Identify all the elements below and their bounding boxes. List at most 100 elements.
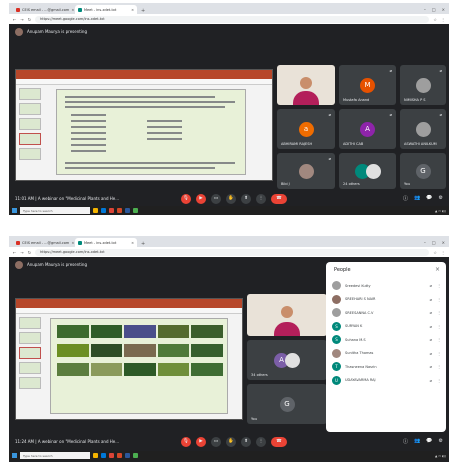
others-count: 24 others (343, 182, 360, 186)
camera-toggle-button[interactable]: ▶ (196, 436, 206, 447)
people-list-item[interactable]: S Suhana M.S ⌀ ⋮ (332, 333, 442, 347)
powerpoint-icon[interactable] (117, 453, 122, 458)
menu-icon[interactable]: ⋮ (441, 250, 445, 255)
browser-tab-active[interactable]: Meet - ins-xdet-txt × (75, 5, 137, 14)
mic-toggle-button[interactable]: 🎙 (181, 193, 191, 204)
windows-start-icon[interactable] (12, 453, 17, 458)
star-icon[interactable]: ☆ (433, 17, 437, 22)
presenter-video-tile[interactable] (247, 294, 327, 336)
address-bar: ← → ↻ https://meet.google.com/ins-xdet-t… (9, 14, 449, 24)
forward-icon[interactable]: → (20, 17, 23, 22)
raise-hand-button[interactable]: ✋ (226, 436, 236, 447)
participant-tile[interactable]: A ADITHI CAB ⌀ (339, 109, 396, 149)
close-tab-icon[interactable]: × (131, 241, 134, 245)
menu-icon[interactable]: ⋮ (441, 17, 445, 22)
participant-tile[interactable]: a ABHIRAMI RAJESH ⌀ (277, 109, 335, 149)
edge-icon[interactable] (101, 453, 106, 458)
url-field[interactable]: https://meet.google.com/ins-xdet-txt (35, 248, 430, 256)
presenter-video-tile[interactable] (277, 65, 335, 105)
people-list-item[interactable]: U UDAYAVARMA RAJ ⌀ ⋮ (332, 374, 442, 388)
people-list-item[interactable]: SREEHARI S NAIR ⌀ ⋮ (332, 293, 442, 307)
taskbar-search[interactable]: Type here to search (20, 452, 90, 459)
close-tab-icon[interactable]: × (71, 241, 74, 245)
others-tile[interactable]: 24 others (339, 153, 396, 189)
meeting-time: 11:24 AM (15, 439, 34, 444)
close-window-icon[interactable]: × (442, 7, 445, 12)
camera-toggle-button[interactable]: ▶ (196, 193, 206, 204)
word-icon[interactable] (125, 208, 130, 213)
others-tile[interactable]: A 34 others (247, 340, 327, 380)
participant-tile[interactable]: ASWATHI ANILKUM ⌀ (400, 109, 446, 149)
minimize-icon[interactable]: – (424, 240, 426, 245)
captions-button[interactable]: ▭ (211, 436, 221, 447)
minimize-icon[interactable]: – (424, 7, 426, 12)
more-options-button[interactable]: ⋮ (256, 436, 266, 447)
people-list-item[interactable]: T Thasneena Nasrin ⌀ ⋮ (332, 360, 442, 374)
back-icon[interactable]: ← (13, 250, 16, 255)
word-icon[interactable] (125, 453, 130, 458)
edge-icon[interactable] (101, 208, 106, 213)
app-icon[interactable] (133, 208, 138, 213)
people-list-item[interactable]: SREESANNA C.V ⌀ ⋮ (332, 306, 442, 320)
people-list-item[interactable]: S SURYAN K ⌀ ⋮ (332, 320, 442, 334)
chrome-icon[interactable] (109, 453, 114, 458)
reload-icon[interactable]: ↻ (28, 250, 31, 255)
more-options-icon[interactable]: ⋮ (436, 297, 442, 302)
star-icon[interactable]: ☆ (433, 250, 437, 255)
maximize-icon[interactable]: □ (432, 7, 436, 12)
more-options-icon[interactable]: ⋮ (436, 324, 442, 329)
info-icon[interactable]: ⓘ (403, 438, 408, 445)
people-list-item[interactable]: Sunitha Thomas ⌀ ⋮ (332, 347, 442, 361)
powerpoint-icon[interactable] (117, 208, 122, 213)
url-field[interactable]: https://meet.google.com/ins-xdet-txt (35, 15, 430, 23)
self-tile[interactable]: G You (400, 153, 446, 189)
present-button[interactable]: ⬆ (241, 193, 251, 204)
participant-tile[interactable]: M Mustafa Anand ⌀ (339, 65, 396, 105)
more-options-icon[interactable]: ⋮ (436, 337, 442, 342)
info-icon[interactable]: ⓘ (403, 195, 408, 202)
self-tile[interactable]: G You (247, 384, 327, 424)
file-explorer-icon[interactable] (93, 453, 98, 458)
browser-tab[interactable]: CEIS email - ...@gmail.com × (13, 5, 75, 14)
browser-tab-active[interactable]: Meet - ins-xdet-txt × (75, 238, 137, 247)
raise-hand-button[interactable]: ✋ (226, 193, 236, 204)
leave-call-button[interactable]: ☎ (271, 436, 287, 447)
more-options-icon[interactable]: ⋮ (436, 364, 442, 369)
browser-tab[interactable]: CEIS email - ...@gmail.com × (13, 238, 75, 247)
file-explorer-icon[interactable] (93, 208, 98, 213)
maximize-icon[interactable]: □ (432, 240, 436, 245)
people-icon[interactable]: 👥 (414, 195, 420, 202)
people-icon[interactable]: 👥 (414, 438, 420, 445)
close-window-icon[interactable]: × (442, 240, 445, 245)
chat-icon[interactable]: 💬 (426, 438, 432, 445)
more-options-icon[interactable]: ⋮ (436, 378, 442, 383)
plant-image (57, 325, 89, 342)
captions-button[interactable]: ▭ (211, 193, 221, 204)
people-list-item[interactable]: Sreedevi Kutty ⌀ ⋮ (332, 279, 442, 293)
more-options-icon[interactable]: ⋮ (436, 351, 442, 356)
close-icon[interactable]: × (435, 266, 440, 273)
mic-toggle-button[interactable]: 🎙 (181, 436, 191, 447)
chat-icon[interactable]: 💬 (426, 195, 432, 202)
reload-icon[interactable]: ↻ (28, 17, 31, 22)
leave-call-button[interactable]: ☎ (271, 193, 287, 204)
participant-tile[interactable]: NIMISHA P S ⌀ (400, 65, 446, 105)
more-options-icon[interactable]: ⋮ (436, 310, 442, 315)
back-icon[interactable]: ← (13, 17, 16, 22)
close-tab-icon[interactable]: × (71, 8, 74, 12)
chrome-icon[interactable] (109, 208, 114, 213)
slide-thumbnail (19, 148, 41, 160)
present-button[interactable]: ⬆ (241, 436, 251, 447)
windows-start-icon[interactable] (12, 208, 17, 213)
activities-icon[interactable]: ⚙ (439, 438, 443, 445)
window-controls: – □ × (424, 7, 449, 14)
taskbar-search[interactable]: Type here to search (20, 207, 90, 214)
close-tab-icon[interactable]: × (131, 8, 134, 12)
more-options-icon[interactable]: ⋮ (436, 283, 442, 288)
activities-icon[interactable]: ⚙ (439, 195, 443, 202)
app-icon[interactable] (133, 453, 138, 458)
slide-thumbnails (19, 88, 41, 160)
more-options-button[interactable]: ⋮ (256, 193, 266, 204)
forward-icon[interactable]: → (20, 250, 23, 255)
participant-tile[interactable]: Bibi J ⌀ (277, 153, 335, 189)
